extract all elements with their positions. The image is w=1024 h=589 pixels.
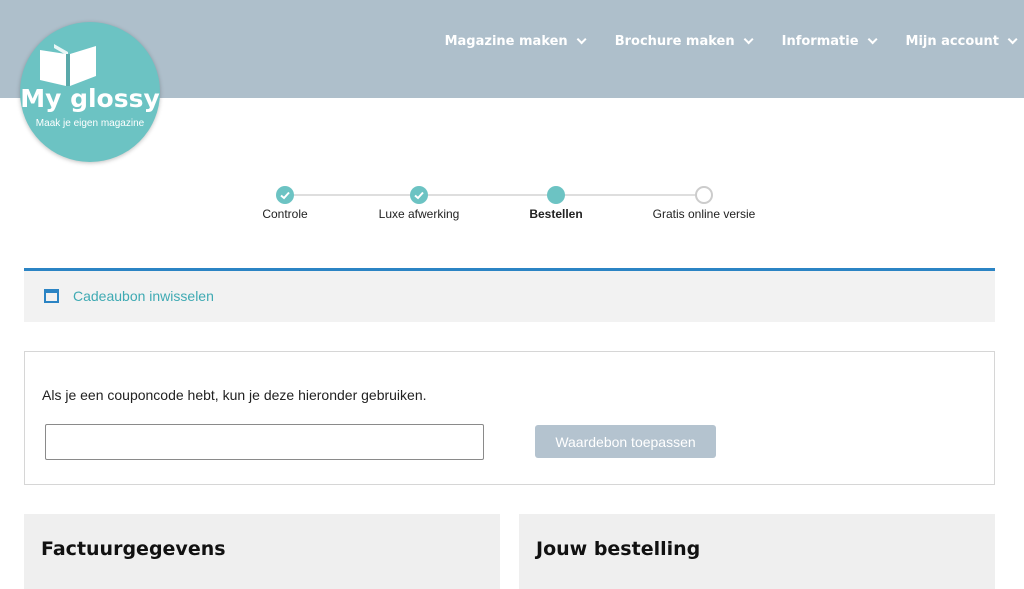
chevron-down-icon xyxy=(867,34,878,45)
check-icon xyxy=(414,191,424,200)
billing-panel: Factuurgegevens xyxy=(24,514,500,589)
nav-item-label: Brochure maken xyxy=(614,34,735,49)
checkout-progress: Controle Luxe afwerking Bestellen Gratis… xyxy=(0,186,1024,226)
order-title: Jouw bestelling xyxy=(536,538,701,560)
nav-informatie[interactable]: Informatie xyxy=(781,34,878,49)
step-label-current: Bestellen xyxy=(529,207,583,221)
chevron-down-icon xyxy=(576,34,587,45)
step-dot-done xyxy=(276,186,294,204)
voucher-bar: Cadeaubon inwisselen xyxy=(24,268,995,322)
coupon-instructions: Als je een couponcode hebt, kun je deze … xyxy=(42,387,427,403)
step-label: Luxe afwerking xyxy=(378,207,460,221)
progress-track xyxy=(285,194,705,196)
nav-item-label: Magazine maken xyxy=(444,34,568,49)
site-logo[interactable]: My glossy Maak je eigen magazine xyxy=(20,22,160,162)
coupon-box: Als je een couponcode hebt, kun je deze … xyxy=(24,351,995,485)
coupon-code-input[interactable] xyxy=(45,424,484,460)
redeem-gift-card-link[interactable]: Cadeaubon inwisselen xyxy=(73,288,214,304)
nav-magazine-maken[interactable]: Magazine maken xyxy=(444,34,587,49)
step-label: Gratis online versie xyxy=(652,207,756,221)
apply-coupon-button[interactable]: Waardebon toepassen xyxy=(535,425,716,458)
open-book-icon xyxy=(40,44,96,86)
step-dot-current xyxy=(547,186,565,204)
billing-title: Factuurgegevens xyxy=(41,538,226,560)
logo-tagline: Maak je eigen magazine xyxy=(35,118,145,129)
step-label: Controle xyxy=(262,207,308,221)
step-dot-todo xyxy=(695,186,713,204)
order-panel: Jouw bestelling xyxy=(519,514,995,589)
chevron-down-icon xyxy=(743,34,754,45)
main-nav: Magazine maken Brochure maken Informatie… xyxy=(413,34,1018,49)
nav-brochure-maken[interactable]: Brochure maken xyxy=(614,34,754,49)
nav-item-label: Mijn account xyxy=(905,34,999,49)
logo-brand: My glossy xyxy=(20,84,160,113)
chevron-down-icon xyxy=(1007,34,1018,45)
nav-item-label: Informatie xyxy=(781,34,859,49)
calendar-icon xyxy=(44,289,59,303)
step-dot-done xyxy=(410,186,428,204)
nav-mijn-account[interactable]: Mijn account xyxy=(905,34,1018,49)
check-icon xyxy=(280,191,290,200)
